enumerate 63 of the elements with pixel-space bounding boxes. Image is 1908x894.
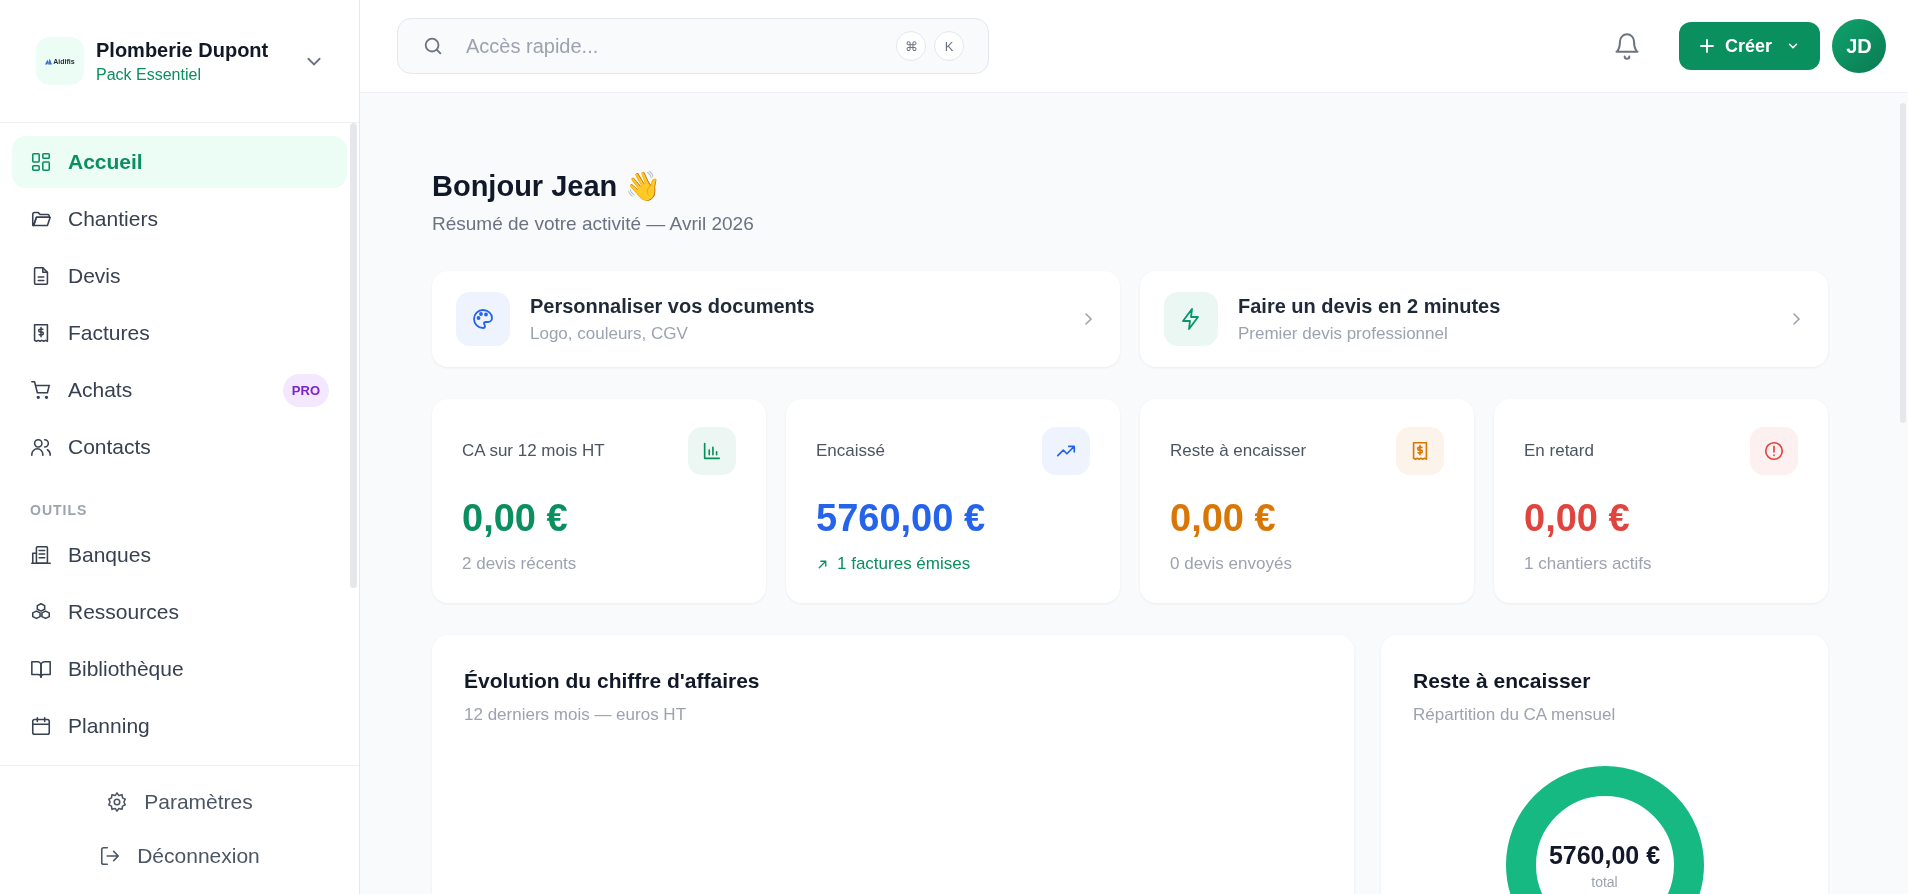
nav-item[interactable]: Devis bbox=[12, 250, 347, 302]
stat-value: 0,00 € bbox=[1524, 497, 1631, 540]
search-icon bbox=[422, 35, 444, 57]
book-icon bbox=[30, 658, 52, 680]
stat-label: En retard bbox=[1524, 441, 1594, 461]
nav-item[interactable]: Achats PRO bbox=[12, 364, 347, 416]
nav-item[interactable]: Banques bbox=[12, 529, 347, 581]
scrollbar[interactable] bbox=[350, 123, 357, 588]
nav-item[interactable]: Factures bbox=[12, 307, 347, 359]
donut-label: total bbox=[1591, 873, 1618, 890]
quick-action-card[interactable]: Personnaliser vos documents Logo, couleurs, CGV bbox=[432, 271, 1120, 367]
section-heading: OUTILS bbox=[29, 501, 89, 520]
stat-note: 0 devis envoyés bbox=[1170, 554, 1293, 574]
dashboard-icon bbox=[30, 151, 52, 173]
calendar-icon bbox=[30, 715, 52, 737]
donut-total: 5760,00 € bbox=[1548, 840, 1661, 870]
plus-icon bbox=[1698, 38, 1715, 54]
panel-subtitle: Répartition du CA mensuel bbox=[1413, 705, 1617, 725]
greeting-title: Bonjour Jean 👋 bbox=[432, 169, 663, 203]
footer-link[interactable]: Déconnexion bbox=[99, 832, 260, 880]
shortcut-key: K bbox=[934, 31, 964, 61]
logo-mark-icon bbox=[45, 57, 53, 65]
greeting-subtitle: Résumé de votre activité — Avril 2026 bbox=[432, 213, 755, 235]
company-name: Plomberie Dupont bbox=[96, 38, 270, 62]
card-title: Faire un devis en 2 minutes bbox=[1238, 294, 1502, 318]
card-subtitle: Logo, couleurs, CGV bbox=[530, 323, 689, 344]
building-icon bbox=[30, 544, 52, 566]
panel-subtitle: 12 derniers mois — euros HT bbox=[464, 705, 688, 725]
stat-label: CA sur 12 mois HT bbox=[462, 441, 605, 461]
create-button[interactable]: Créer bbox=[1678, 22, 1820, 70]
panel-title: Reste à encaisser bbox=[1413, 669, 1592, 693]
users-icon bbox=[30, 436, 52, 458]
card-subtitle: Premier devis professionnel bbox=[1238, 323, 1449, 344]
palette-icon bbox=[471, 307, 495, 331]
panel-title: Évolution du chiffre d'affaires bbox=[464, 669, 761, 693]
nav-item[interactable]: Planning bbox=[12, 700, 347, 752]
stat-value: 0,00 € bbox=[462, 497, 569, 540]
nav-item[interactable]: Chantiers bbox=[12, 193, 347, 245]
stat-label: Encaissé bbox=[816, 441, 885, 461]
pro-badge: PRO bbox=[282, 373, 329, 407]
nav-item[interactable]: Ressources bbox=[12, 586, 347, 638]
search-bar[interactable]: Accès rapide... ⌘ K bbox=[397, 18, 989, 74]
plan-name: Pack Essentiel bbox=[96, 65, 202, 84]
logout-icon bbox=[99, 845, 122, 867]
nav-item[interactable]: Accueil bbox=[12, 136, 347, 188]
card-title: Personnaliser vos documents bbox=[530, 294, 816, 318]
stat-note: 1 factures émises bbox=[816, 554, 1090, 574]
stat-label: Reste à encaisser bbox=[1170, 441, 1307, 461]
settings-icon bbox=[106, 791, 129, 813]
bar-chart-icon bbox=[701, 440, 723, 462]
alert-icon bbox=[1763, 440, 1785, 462]
stat-note: 2 devis récents bbox=[462, 554, 578, 574]
stat-note: 1 chantiers actifs bbox=[1524, 554, 1653, 574]
nav-item[interactable]: Bibliothèque bbox=[12, 643, 347, 695]
search-input[interactable]: Accès rapide... bbox=[464, 33, 888, 59]
stat-value: 0,00 € bbox=[1170, 497, 1277, 540]
user-avatar[interactable]: JD bbox=[1832, 19, 1886, 73]
footer-link[interactable]: Paramètres bbox=[106, 778, 253, 826]
stat-value: 5760,00 € bbox=[816, 497, 987, 540]
cart-icon bbox=[30, 379, 52, 401]
nav-item[interactable]: Contacts bbox=[12, 421, 347, 473]
shortcut-key: ⌘ bbox=[896, 31, 926, 61]
quick-action-card[interactable]: Faire un devis en 2 minutes Premier devis professionnel bbox=[1140, 271, 1828, 367]
